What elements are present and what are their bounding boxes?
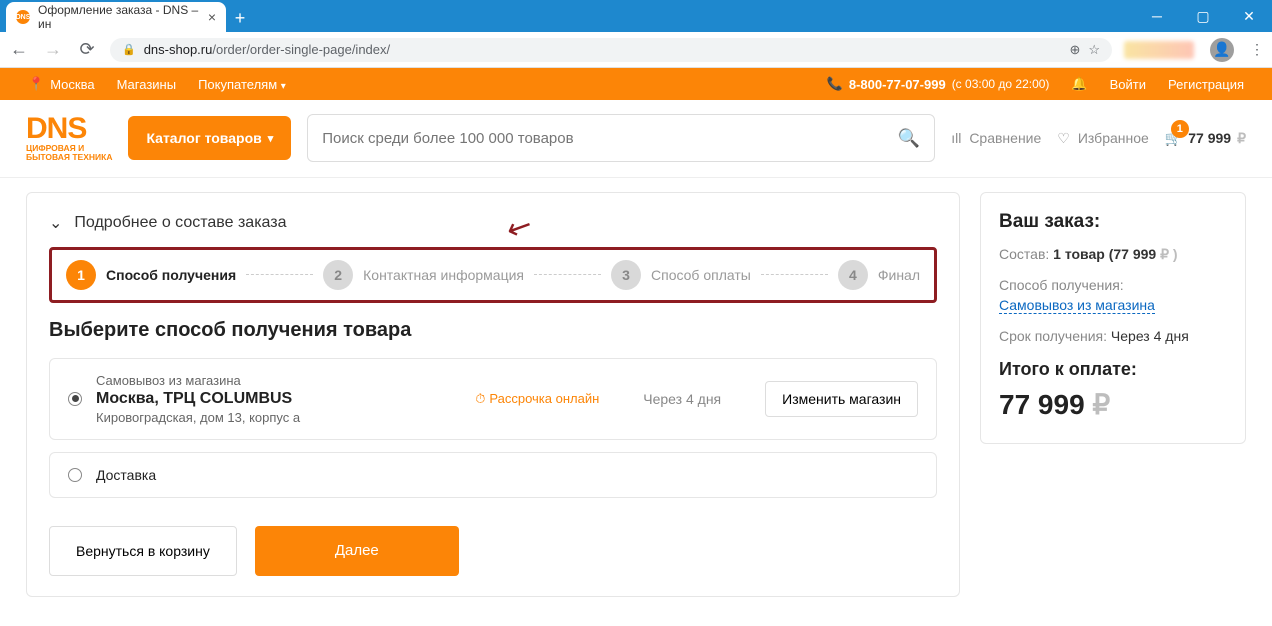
city-label: Москва xyxy=(50,77,94,92)
cart-link[interactable]: 🛒 1 77 999 ₽ xyxy=(1165,130,1246,147)
profile-icon[interactable]: 👤 xyxy=(1210,38,1234,62)
window-controls: ─ ▢ ✕ xyxy=(1134,0,1272,32)
pickup-eta: Через 4 дня xyxy=(643,391,721,407)
delivery-label: Доставка xyxy=(96,467,156,483)
site-topbar: 📍 Москва Магазины Покупателям ▾ 📞 8-800-… xyxy=(0,68,1272,100)
pin-icon: 📍 xyxy=(28,76,44,92)
summary-contents: Состав: 1 товар (77 999 ₽ ) xyxy=(999,245,1227,265)
summary-total-value: 77 999 ₽ xyxy=(999,388,1227,421)
browser-titlebar: DNS Оформление заказа - DNS – ин × + ─ ▢… xyxy=(0,0,1272,32)
tab-favicon: DNS xyxy=(16,10,30,24)
search-box[interactable]: 🔍 xyxy=(307,114,935,162)
favorites-link[interactable]: ♡ Избранное xyxy=(1057,130,1149,147)
forward-icon[interactable]: → xyxy=(42,39,64,60)
logo-text: DNS xyxy=(26,114,112,144)
browser-toolbar: ← → ⟳ 🔒 dns-shop.ru/order/order-single-p… xyxy=(0,32,1272,68)
checkout-main: ⌄ Подробнее о составе заказа ↙ 1 Способ … xyxy=(26,192,960,597)
phone-icon: 📞 xyxy=(827,76,843,92)
order-summary: Ваш заказ: Состав: 1 товар (77 999 ₽ ) С… xyxy=(980,192,1246,444)
summary-total-label: Итого к оплате: xyxy=(999,359,1227,380)
logo[interactable]: DNS ЦИФРОВАЯ И БЫТОВАЯ ТЕХНИКА xyxy=(26,114,112,163)
radio-pickup[interactable] xyxy=(68,392,82,406)
change-store-button[interactable]: Изменить магазин xyxy=(765,381,918,417)
add-icon[interactable]: ⊕ xyxy=(1069,42,1080,58)
topbar-buyers-link[interactable]: Покупателям ▾ xyxy=(198,77,286,92)
summary-method-link[interactable]: Самовывоз из магазина xyxy=(999,297,1155,314)
lock-icon: 🔒 xyxy=(122,43,136,56)
bars-icon: ıll xyxy=(951,130,961,146)
summary-title: Ваш заказ: xyxy=(999,211,1227,233)
pickup-address: Кировоградская, дом 13, корпус а xyxy=(96,410,461,425)
chevron-down-icon: ▾ xyxy=(268,132,274,145)
back-icon[interactable]: ← xyxy=(8,39,30,60)
pickup-caption: Самовывоз из магазина xyxy=(96,373,461,388)
address-bar[interactable]: 🔒 dns-shop.ru/order/order-single-page/in… xyxy=(110,38,1112,62)
catalog-button[interactable]: Каталог товаров ▾ xyxy=(128,116,291,160)
next-button[interactable]: Далее xyxy=(255,526,459,576)
login-link[interactable]: Войти xyxy=(1110,77,1146,92)
step-2[interactable]: 2 Контактная информация xyxy=(323,260,524,290)
chevron-down-icon: ⌄ xyxy=(49,213,62,233)
star-icon[interactable]: ☆ xyxy=(1088,42,1100,58)
tab-title: Оформление заказа - DNS – ин xyxy=(38,3,200,31)
radio-delivery[interactable] xyxy=(68,468,82,482)
step-4[interactable]: 4 Финал xyxy=(838,260,920,290)
window-maximize-icon[interactable]: ▢ xyxy=(1180,0,1226,32)
support-phone[interactable]: 📞 8-800-77-07-999 (с 03:00 до 22:00) xyxy=(827,76,1050,92)
summary-method: Способ получения: Самовывоз из магазина xyxy=(999,276,1227,315)
checkout-steps: ↙ 1 Способ получения 2 Контактная информ… xyxy=(49,247,937,303)
pickup-option[interactable]: Самовывоз из магазина Москва, ТРЦ COLUMB… xyxy=(49,358,937,440)
summary-eta: Срок получения: Через 4 дня xyxy=(999,327,1227,347)
back-to-cart-button[interactable]: Вернуться в корзину xyxy=(49,526,237,576)
browser-tab[interactable]: DNS Оформление заказа - DNS – ин × xyxy=(6,2,226,32)
installment-link[interactable]: ⏱ Рассрочка онлайн xyxy=(475,391,599,407)
section-title: Выберите способ получения товара xyxy=(49,319,937,342)
pickup-store: Москва, ТРЦ COLUMBUS xyxy=(96,390,461,408)
compare-link[interactable]: ıll Сравнение xyxy=(951,130,1041,146)
cart-badge: 1 xyxy=(1171,120,1189,138)
tab-close-icon[interactable]: × xyxy=(208,9,216,25)
clock-icon: ⏱ xyxy=(475,391,485,407)
step-3[interactable]: 3 Способ оплаты xyxy=(611,260,751,290)
extension-slot[interactable] xyxy=(1124,41,1194,59)
search-input[interactable] xyxy=(322,130,898,147)
support-hours: (с 03:00 до 22:00) xyxy=(952,77,1050,91)
cart-total: 77 999 xyxy=(1188,130,1231,146)
menu-icon[interactable]: ⋮ xyxy=(1250,41,1264,58)
delivery-option[interactable]: Доставка xyxy=(49,452,937,498)
url-host: dns-shop.ru xyxy=(144,42,213,57)
register-link[interactable]: Регистрация xyxy=(1168,77,1244,92)
site-header: DNS ЦИФРОВАЯ И БЫТОВАЯ ТЕХНИКА Каталог т… xyxy=(0,100,1272,178)
reload-icon[interactable]: ⟳ xyxy=(76,39,98,60)
rub-symbol: ₽ xyxy=(1237,130,1246,147)
new-tab-button[interactable]: + xyxy=(226,4,254,32)
heart-icon: ♡ xyxy=(1057,130,1070,147)
topbar-stores-link[interactable]: Магазины xyxy=(117,77,177,92)
city-selector[interactable]: 📍 Москва xyxy=(28,76,95,92)
search-icon[interactable]: 🔍 xyxy=(898,128,920,149)
step-1[interactable]: 1 Способ получения xyxy=(66,260,236,290)
url-path: /order/order-single-page/index/ xyxy=(212,42,390,57)
window-close-icon[interactable]: ✕ xyxy=(1226,0,1272,32)
window-minimize-icon[interactable]: ─ xyxy=(1134,0,1180,32)
bell-icon[interactable]: 🔔 xyxy=(1071,76,1087,92)
order-details-toggle[interactable]: ⌄ Подробнее о составе заказа xyxy=(49,213,937,233)
chevron-down-icon: ▾ xyxy=(281,81,286,92)
